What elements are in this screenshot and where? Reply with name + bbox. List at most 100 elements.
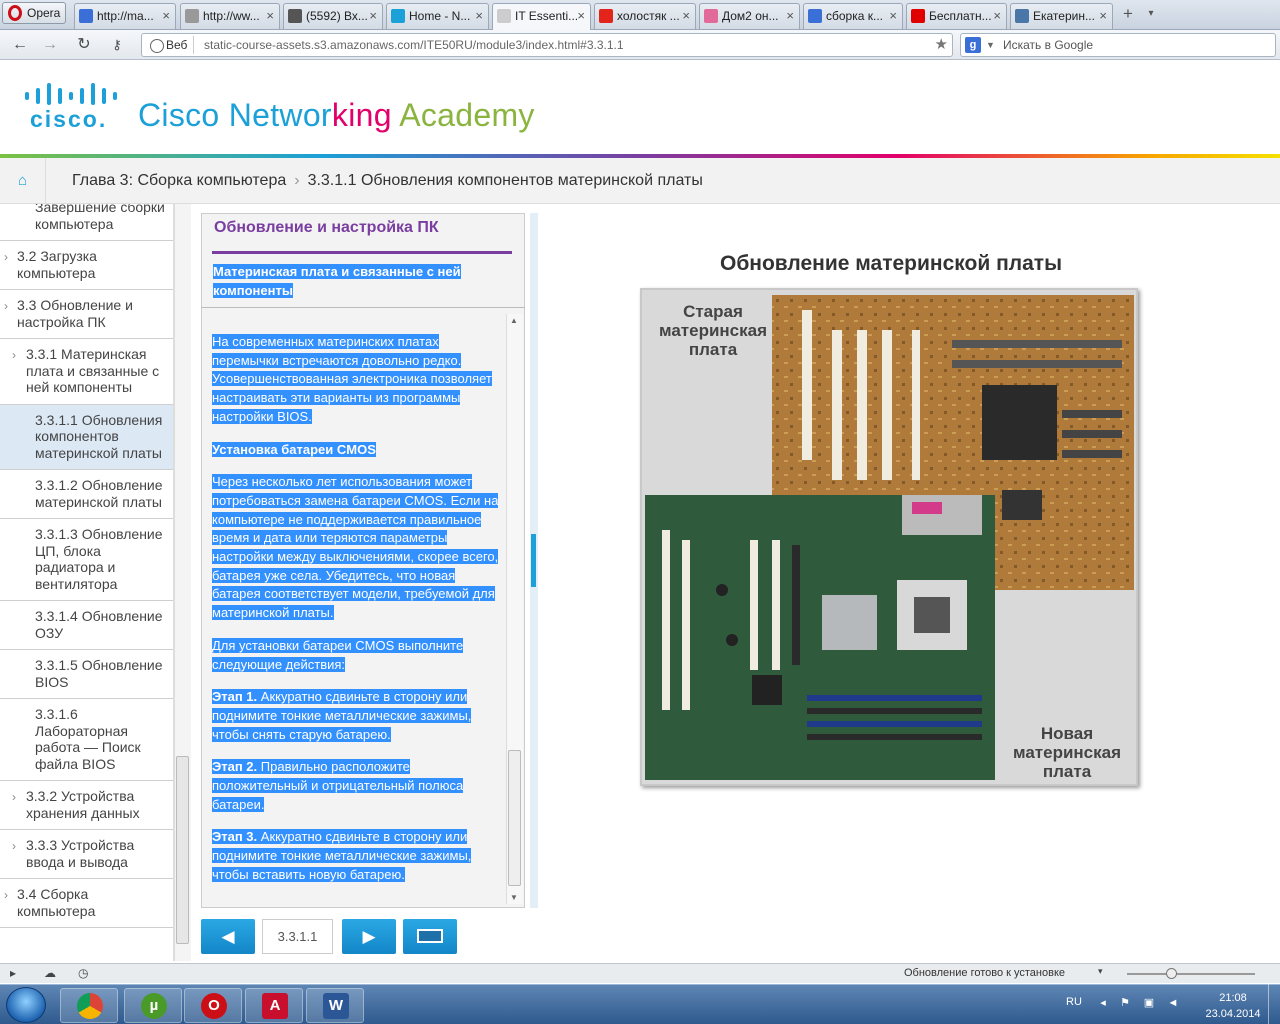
breadcrumb-separator: › <box>294 172 300 189</box>
tab-close-icon[interactable]: × <box>786 4 794 28</box>
taskbar-app-word[interactable]: W <box>306 988 364 1023</box>
breadcrumb: ⌂ Глава 3: Сборка компьютера › 3.3.1.1 Обн… <box>0 158 1280 204</box>
zoom-slider[interactable] <box>1127 973 1255 975</box>
tab-close-icon[interactable]: × <box>162 4 170 28</box>
network-warning-icon[interactable]: ⚑ <box>1118 996 1132 1010</box>
sidebar-item-label: 3.3.1.4 Обновление ОЗУ <box>35 608 163 641</box>
sidebar-item[interactable]: › 3.3 Обновление и настройка ПК <box>0 290 173 339</box>
bookmark-star-icon[interactable]: ★ <box>935 34 948 56</box>
new-tab-icon[interactable]: + <box>1117 5 1139 25</box>
address-field[interactable]: Веб static-course-assets.s3.amazonaws.co… <box>141 33 953 57</box>
sidebar-item[interactable]: 3.3.1.1 Обновления компонентов материнск… <box>0 404 173 470</box>
back-arrow-icon[interactable]: ← <box>8 34 32 56</box>
sidebar-item[interactable]: 3.3.1.3 Обновление ЦП, блока радиатора и… <box>0 519 173 601</box>
windows-start-icon[interactable] <box>6 987 46 1023</box>
google-icon[interactable]: g <box>965 37 981 53</box>
browser-tab[interactable]: http://ww... × <box>180 3 280 29</box>
tab-close-icon[interactable]: × <box>577 4 585 28</box>
clock-date: 23.04.2014 <box>1205 1008 1261 1020</box>
panel-toggle-icon[interactable]: ▸ <box>10 966 16 980</box>
update-status-text[interactable]: Обновление готово к установке <box>904 967 1065 979</box>
sidebar-item[interactable]: 3.3.1.2 Обновление материнской платы <box>0 470 173 519</box>
show-desktop-button[interactable] <box>1268 984 1280 1024</box>
tab-close-icon[interactable]: × <box>682 4 690 28</box>
opera-menu-button[interactable]: Opera <box>2 2 66 24</box>
word-icon: W <box>323 993 349 1019</box>
tab-close-icon[interactable]: × <box>1099 4 1107 28</box>
tray-expand-icon[interactable]: ◂ <box>1096 996 1110 1010</box>
chevron-right-icon[interactable]: › <box>12 838 16 855</box>
taskbar-app-opera[interactable]: O <box>184 988 242 1023</box>
sidebar-item[interactable]: 3.3.1.4 Обновление ОЗУ <box>0 601 173 650</box>
tab-close-icon[interactable]: × <box>889 4 897 28</box>
tab-favicon-icon <box>185 9 199 23</box>
tab-close-icon[interactable]: × <box>475 4 483 28</box>
sidebar-item[interactable]: 3.3.1.5 Обновление BIOS <box>0 650 173 699</box>
home-icon[interactable]: ⌂ <box>0 158 46 203</box>
search-engine-dropdown-icon[interactable]: ▼ <box>986 34 995 56</box>
taskbar-app-chrome[interactable] <box>60 988 118 1023</box>
tab-label: Дом2 он... <box>722 9 779 23</box>
update-dropdown-icon[interactable]: ▾ <box>1098 966 1103 977</box>
utorrent-icon: µ <box>141 993 167 1019</box>
reload-icon[interactable]: ↻ <box>72 34 96 56</box>
clock-time: 21:08 <box>1219 992 1247 1004</box>
web-label[interactable]: Веб <box>146 36 195 54</box>
key-icon[interactable]: ⚷ <box>105 34 129 56</box>
volume-icon[interactable]: ◄ <box>1166 996 1180 1010</box>
chevron-right-icon[interactable]: › <box>4 249 8 266</box>
browser-tab[interactable]: (5592) Вх... × <box>283 3 383 29</box>
browser-tab[interactable]: Бесплатн... × <box>906 3 1007 29</box>
new-board-label: Новая материнская плата <box>1012 724 1122 781</box>
sidebar-item[interactable]: › 3.3.2 Устройства хранения данных <box>0 781 173 830</box>
panel-body: На современных материнских платах перемы… <box>212 312 502 904</box>
sidebar-item[interactable]: 3.3.1.6 Лабораторная работа — Поиск файл… <box>0 699 173 781</box>
search-field[interactable]: g ▼ Искать в Google <box>960 33 1276 57</box>
browser-tab[interactable]: Home - N... × <box>386 3 489 29</box>
cloud-icon[interactable]: ☁ <box>44 966 56 980</box>
browser-tab[interactable]: Екатерин... × <box>1010 3 1113 29</box>
network-icon[interactable]: ▣ <box>1142 996 1156 1010</box>
language-indicator[interactable]: RU <box>1066 996 1082 1008</box>
windows-taskbar: µOAW <box>0 984 1280 1024</box>
chevron-right-icon[interactable]: › <box>4 887 8 904</box>
chevron-right-icon[interactable]: › <box>12 347 16 364</box>
tab-close-icon[interactable]: × <box>993 4 1001 28</box>
scroll-up-icon[interactable]: ▲ <box>510 316 518 325</box>
chevron-right-icon[interactable]: › <box>12 789 16 806</box>
scroll-down-icon[interactable]: ▼ <box>510 893 518 902</box>
tab-close-icon[interactable]: × <box>369 4 377 28</box>
browser-tab[interactable]: Дом2 он... × <box>699 3 800 29</box>
sidebar-item[interactable]: › 3.3.3 Устройства ввода и вывода <box>0 830 173 879</box>
taskbar-app-utorrent[interactable]: µ <box>124 988 182 1023</box>
browser-tab[interactable]: сборка к... × <box>803 3 903 29</box>
panel-resize-handle[interactable] <box>531 534 536 587</box>
speed-dial-icon[interactable]: ◷ <box>78 966 88 980</box>
taskbar-app-acrobat[interactable]: A <box>245 988 303 1023</box>
sidebar-item[interactable]: › 3.3.1 Материнская плата и связанные с н… <box>0 339 173 405</box>
arrow-right-icon: ▶ <box>362 927 376 946</box>
breadcrumb-chapter[interactable]: Глава 3: Сборка компьютера <box>72 172 286 189</box>
browser-tab[interactable]: http://ma... × <box>74 3 176 29</box>
title-part: Academy <box>399 97 535 133</box>
sidebar-item[interactable]: › 3.4 Сборка компьютера <box>0 879 173 928</box>
fullscreen-button[interactable] <box>403 919 457 954</box>
next-page-button[interactable]: ▶ <box>342 919 396 954</box>
figure-title: Обновление материнской платы <box>719 252 1063 275</box>
browser-tab[interactable]: IT Essenti... × <box>492 3 591 30</box>
prev-page-button[interactable]: ◀ <box>201 919 255 954</box>
sidebar-item[interactable]: Завершение сборки компьютера <box>0 204 173 241</box>
url-text[interactable]: static-course-assets.s3.amazonaws.com/IT… <box>204 34 624 56</box>
tab-close-icon[interactable]: × <box>266 4 274 28</box>
panel-scroll-thumb[interactable] <box>508 750 521 886</box>
sidebar-scroll-thumb[interactable] <box>176 756 189 944</box>
page-number-field[interactable]: 3.3.1.1 <box>262 919 333 954</box>
browser-tab[interactable]: холостяк ... × <box>594 3 696 29</box>
system-clock[interactable]: 21:08 23.04.2014 <box>1193 990 1273 1022</box>
forward-arrow-icon[interactable]: → <box>38 34 62 56</box>
sidebar-item[interactable]: › 3.2 Загрузка компьютера <box>0 241 173 290</box>
zoom-slider-knob[interactable] <box>1166 968 1177 979</box>
tab-favicon-icon <box>704 9 718 23</box>
chevron-right-icon[interactable]: › <box>4 298 8 315</box>
tab-list-icon[interactable]: ▾ <box>1140 5 1162 25</box>
